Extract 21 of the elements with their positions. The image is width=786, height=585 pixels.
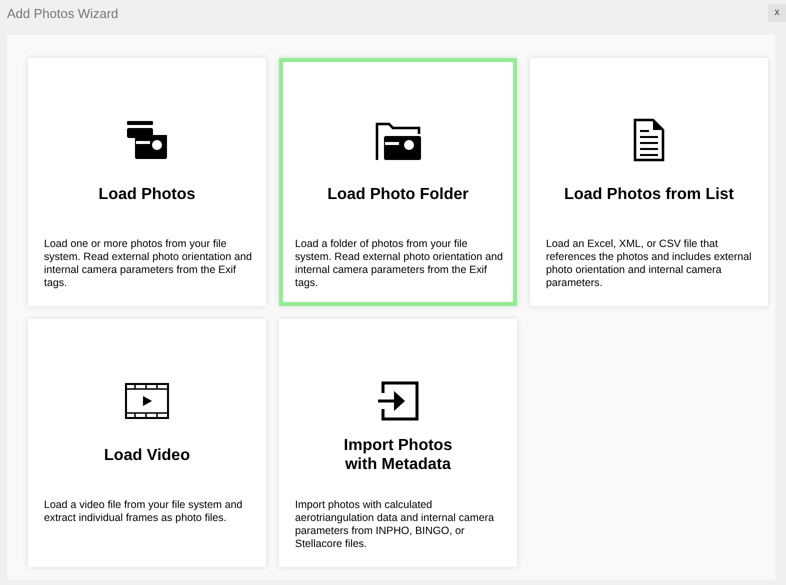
option-card[interactable]: Load Photos from List Load an Excel, XML, or CSV file that references the photos and includes external photo orientation and internal camera parameters. xyxy=(530,58,768,306)
option-description: Import photos with calculated aerotriangulation data and internal camera parameters from INPHO, BINGO, or Stellacore files. xyxy=(294,499,496,551)
film-icon xyxy=(125,383,169,419)
option-description: Load a folder of photos from your file system. Read external photo orientation and internal camera parameters from the Exif tags. xyxy=(294,238,504,290)
option-title: Load Photos xyxy=(98,184,196,204)
option-card[interactable]: Load Photos Load one or more photos from your file system. Read external photo orientation and internal camera parameters from the Exif tags. xyxy=(28,58,266,306)
option-description: Load one or more photos from your file system. Read external photo orientation and internal camera parameters from the Exif tags. xyxy=(43,238,253,290)
option-title: Load Photo Folder xyxy=(327,184,469,204)
option-title: Load Video xyxy=(104,446,190,464)
close-button[interactable]: x xyxy=(768,4,786,22)
option-card[interactable]: Load Video Load a video file from your file system and extract individual frames as photo files. xyxy=(28,319,266,567)
option-title: Import Photos with Metadata xyxy=(344,436,452,474)
window-title: Add Photos Wizard xyxy=(6,5,118,23)
cameras-icon xyxy=(125,119,169,161)
option-description: Load an Excel, XML, or CSV file that references the photos and includes external photo orientation and internal camera parameters. xyxy=(545,238,753,290)
import-arrow-icon xyxy=(377,381,419,421)
document-list-icon xyxy=(633,118,665,162)
option-card[interactable]: Import Photos with Metadata Import photos with calculated aerotriangulation data and internal camera parameters from INPHO, BINGO, or Stellacore files. xyxy=(279,319,517,567)
option-title: Load Photos from List xyxy=(564,184,734,204)
option-card[interactable]: Load Photo Folder Load a folder of photos from your file system. Read external photo orientation and internal camera parameters from the Exif tags. xyxy=(279,58,517,306)
option-description: Load a video file from your file system and extract individual frames as photo files. xyxy=(43,499,244,525)
